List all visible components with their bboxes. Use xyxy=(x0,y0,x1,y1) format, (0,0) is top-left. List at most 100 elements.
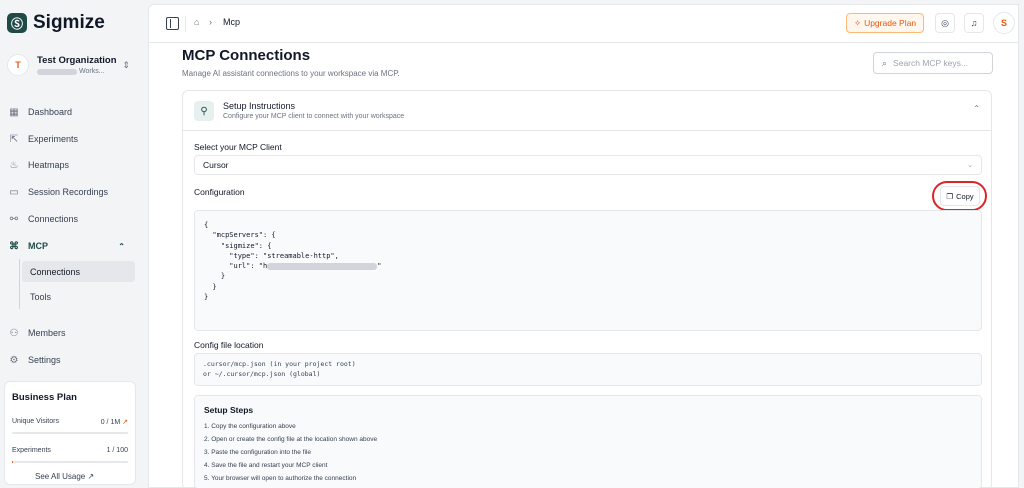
code-line: { xyxy=(204,221,209,229)
experiments-progress-fill xyxy=(12,461,14,463)
setup-card-header[interactable]: ⚲ Setup Instructions Configure your MCP … xyxy=(183,91,991,131)
upgrade-plan-button[interactable]: ✧ Upgrade Plan xyxy=(846,13,924,33)
plan-title: Business Plan xyxy=(12,392,77,403)
search-icon: ⌕ xyxy=(882,57,888,68)
location-line: or ~/.cursor/mcp.json (global) xyxy=(203,369,321,378)
see-all-usage-link[interactable]: See All Usage ↗ xyxy=(35,472,94,481)
see-all-usage-label: See All Usage xyxy=(35,472,86,481)
experiments-value: 1 / 100 xyxy=(106,447,128,454)
setup-subtitle: Configure your MCP client to connect wit… xyxy=(223,113,405,120)
redacted-url xyxy=(267,262,378,270)
location-line: .cursor/mcp.json (in your project root) xyxy=(203,360,356,368)
sidebar: Ⓢ Sigmize T Test Organization Works... ⇕… xyxy=(0,0,147,488)
code-line: "mcpServers": { xyxy=(204,231,276,240)
sidebar-item-dashboard[interactable]: ▦ Dashboard xyxy=(4,101,135,123)
step-item: 3. Paste the configuration into the file xyxy=(204,449,311,456)
setup-card: ⚲ Setup Instructions Configure your MCP … xyxy=(182,90,992,488)
search-input[interactable]: ⌕ Search MCP keys... xyxy=(873,52,993,74)
config-location-block: .cursor/mcp.json (in your project root) … xyxy=(194,353,982,386)
visitors-value: 0 / 1M xyxy=(100,419,121,426)
steps-title: Setup Steps xyxy=(204,405,254,415)
sidebar-item-session-recordings[interactable]: ▭ Session Recordings xyxy=(4,181,135,203)
chevron-updown-icon: ⇕ xyxy=(122,59,130,70)
client-select[interactable]: Cursor ⌄ xyxy=(194,155,982,175)
org-switcher[interactable]: T Test Organization Works... ⇕ xyxy=(4,49,140,81)
sidebar-item-label: Heatmaps xyxy=(28,160,70,170)
mcp-icon: ⌘ xyxy=(9,240,19,252)
dashboard-icon: ▦ xyxy=(9,106,19,118)
brand-name: Sigmize xyxy=(33,12,105,33)
users-icon: ⚇ xyxy=(9,327,19,339)
org-name: Test Organization xyxy=(37,55,117,66)
chevron-up-icon[interactable]: ⌃ xyxy=(973,104,980,113)
experiments-label: Experiments xyxy=(12,447,51,454)
experiments-progress xyxy=(12,461,128,463)
chevron-up-icon: ⌃ xyxy=(118,241,125,251)
sidebar-item-label: Experiments xyxy=(28,134,79,144)
sidebar-item-label: Connections xyxy=(28,214,79,224)
code-line: "url": "h xyxy=(204,262,268,271)
external-link-icon: ↗ xyxy=(87,472,95,481)
visitors-usage: Unique Visitors 0 / 1M ↗ xyxy=(12,418,128,426)
sidebar-item-mcp[interactable]: ⌘ MCP ⌃ xyxy=(4,235,135,257)
code-line: "sigmize": { xyxy=(204,241,272,250)
step-item: 5. Your browser will open to authorize t… xyxy=(204,475,357,482)
sidebar-item-settings[interactable]: ⚙ Settings xyxy=(4,349,135,371)
sidebar-item-label: Members xyxy=(28,328,66,338)
code-line: "type": "streamable-http", xyxy=(204,251,339,260)
sidebar-item-members[interactable]: ⚇ Members xyxy=(4,322,135,344)
step-item: 1. Copy the configuration above xyxy=(204,423,296,430)
visitors-label: Unique Visitors xyxy=(12,418,59,425)
location-label: Config file location xyxy=(194,340,264,350)
code-line: } xyxy=(204,282,217,291)
video-icon: ▭ xyxy=(9,186,19,198)
highlight-circle xyxy=(932,181,987,211)
sidebar-item-label: Session Recordings xyxy=(28,187,109,197)
org-avatar: T xyxy=(7,54,29,76)
code-line: } xyxy=(204,293,209,302)
chevron-right-icon: › xyxy=(209,17,212,27)
sidebar-subitem-mcp-tools[interactable]: Tools xyxy=(22,286,135,307)
sigmize-logo-icon: Ⓢ xyxy=(7,13,27,33)
upgrade-plan-label: Upgrade Plan xyxy=(864,18,917,28)
step-item: 4. Save the file and restart your MCP cl… xyxy=(204,462,328,469)
visitors-progress xyxy=(12,432,128,434)
setup-steps: Setup Steps 1. Copy the configuration ab… xyxy=(194,395,982,488)
main-panel: ⌂ › Mcp ✧ Upgrade Plan ◎ ♫ S MCP Connect… xyxy=(148,4,1019,488)
trend-icon: ↗ xyxy=(122,419,128,426)
sidebar-item-connections[interactable]: ⚯ Connections xyxy=(4,208,135,230)
sidebar-item-experiments[interactable]: ⇱ Experiments xyxy=(4,128,135,150)
step-item: 2. Open or create the config file at the… xyxy=(204,436,378,443)
topbar: ⌂ › Mcp ✧ Upgrade Plan ◎ ♫ S xyxy=(149,5,1018,43)
sidebar-item-label: MCP xyxy=(28,241,48,251)
search-placeholder: Search MCP keys... xyxy=(893,58,968,68)
sidebar-toggle-icon[interactable] xyxy=(166,17,179,30)
client-select-value: Cursor xyxy=(203,160,229,170)
home-icon[interactable]: ⌂ xyxy=(194,17,199,27)
experiments-icon: ⇱ xyxy=(9,133,19,145)
chevron-down-icon: ⌄ xyxy=(967,162,973,169)
experiments-usage: Experiments 1 / 100 xyxy=(12,447,128,454)
divider xyxy=(185,16,186,32)
flame-icon: ♨ xyxy=(9,159,19,171)
bell-icon[interactable]: ♫ xyxy=(964,13,984,33)
redacted-text xyxy=(37,68,77,75)
sidebar-item-label: Dashboard xyxy=(28,107,73,117)
page-title: MCP Connections xyxy=(182,47,311,64)
config-label: Configuration xyxy=(194,187,245,197)
sidebar-item-heatmaps[interactable]: ♨ Heatmaps xyxy=(4,154,135,176)
user-avatar[interactable]: S xyxy=(993,12,1015,34)
submenu-line xyxy=(19,259,20,309)
brand[interactable]: Ⓢ Sigmize xyxy=(7,12,105,34)
connections-icon: ⚯ xyxy=(9,213,19,225)
code-line: } xyxy=(204,272,226,281)
breadcrumb-current: Mcp xyxy=(223,17,241,27)
help-icon[interactable]: ◎ xyxy=(935,13,955,33)
sparkle-icon: ✧ xyxy=(853,17,862,28)
code-line-url: "url": "h " xyxy=(204,262,382,271)
sidebar-item-label: Settings xyxy=(28,355,61,365)
setup-title: Setup Instructions xyxy=(223,101,296,111)
plan-card: Business Plan Unique Visitors 0 / 1M ↗ E… xyxy=(4,381,136,485)
sidebar-subitem-mcp-connections[interactable]: Connections xyxy=(22,261,135,282)
page-subtitle: Manage AI assistant connections to your … xyxy=(182,69,400,78)
